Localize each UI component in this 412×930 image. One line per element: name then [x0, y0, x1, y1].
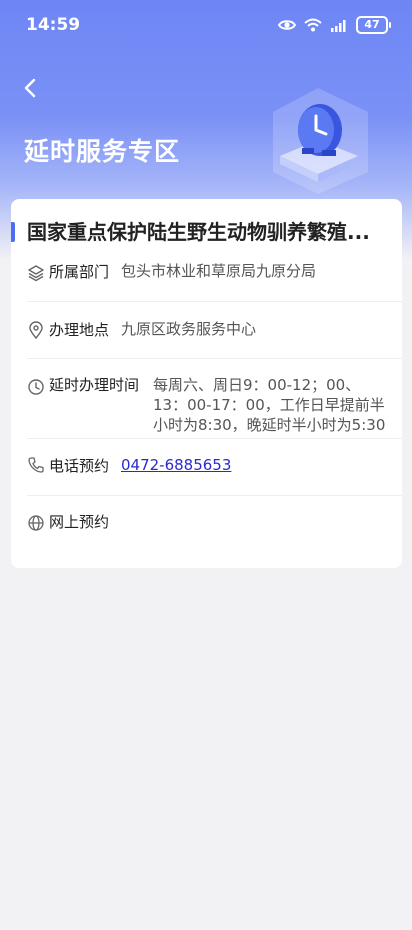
row-location: 办理地点 九原区政务服务中心	[27, 301, 402, 359]
signal-icon	[331, 20, 346, 32]
status-time: 14:59	[26, 15, 81, 35]
card-title-row: 国家重点保护陆生野生动物驯养繁殖...	[11, 217, 402, 247]
back-button[interactable]	[16, 74, 44, 102]
location-pin-icon	[29, 321, 43, 339]
title-accent-bar	[11, 222, 15, 242]
page-title: 延时服务专区	[24, 137, 181, 166]
hours-label: 延时办理时间	[49, 376, 140, 394]
clock-illustration-icon	[273, 88, 368, 194]
card-title: 国家重点保护陆生野生动物驯养繁殖...	[27, 220, 370, 244]
department-value: 包头市林业和草原局九原分局	[121, 262, 317, 280]
wifi-icon	[304, 18, 322, 32]
phone-link[interactable]: 0472-6885653	[121, 455, 231, 475]
status-icons: 47	[278, 15, 391, 35]
department-label: 所属部门	[49, 263, 110, 281]
globe-icon	[28, 515, 44, 531]
phone-icon	[28, 457, 44, 473]
row-phone-booking: 电话预约 0472-6885653	[27, 438, 402, 496]
chevron-left-icon	[24, 78, 36, 98]
row-department: 所属部门 包头市林业和草原局九原分局	[27, 247, 402, 302]
row-extended-hours: 延时办理时间 每周六、周日9：00-12；00、13：00-17：00，工作日早…	[27, 358, 402, 439]
clock-icon	[28, 379, 44, 395]
location-label: 办理地点	[49, 321, 110, 339]
service-card: 国家重点保护陆生野生动物驯养繁殖... 所属部门 包头市林业和草原局九原分局 办…	[11, 199, 402, 568]
status-bar: 14:59 47	[0, 0, 412, 52]
eye-icon	[278, 20, 296, 30]
phone-label: 电话预约	[49, 457, 110, 475]
row-online-booking[interactable]: 网上预约	[27, 495, 402, 552]
online-booking-label: 网上预约	[49, 513, 110, 531]
hours-value: 每周六、周日9：00-12；00、13：00-17：00，工作日早提前半小时为8…	[153, 376, 386, 434]
battery-indicator: 47	[356, 16, 391, 34]
location-value: 九原区政务服务中心	[121, 320, 257, 338]
layers-icon	[28, 265, 44, 282]
